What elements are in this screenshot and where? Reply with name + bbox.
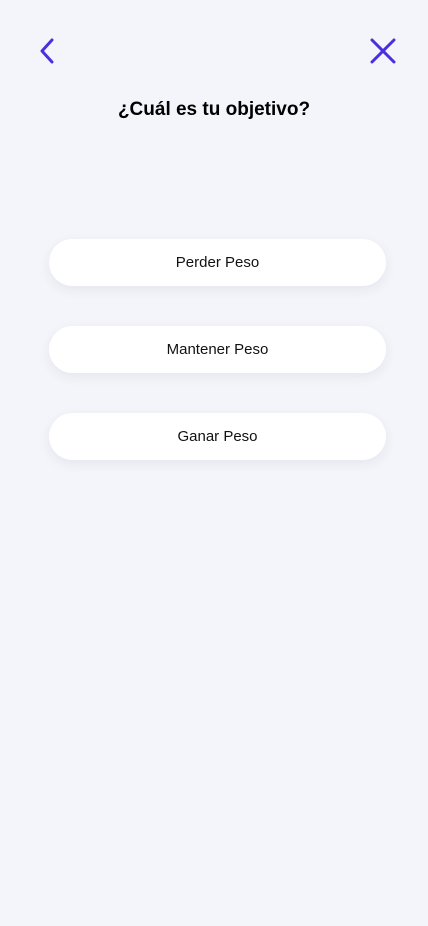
page-title: ¿Cuál es tu objetivo? [117,99,311,120]
close-button[interactable] [368,36,398,66]
option-lose-weight-button[interactable]: Perder Peso [49,239,386,286]
option-gain-weight-button[interactable]: Ganar Peso [49,413,386,460]
chevron-left-icon [39,38,55,64]
goal-options: Perder Peso Mantener Peso Ganar Peso [49,239,386,460]
option-maintain-weight-button[interactable]: Mantener Peso [49,326,386,373]
close-icon [370,38,396,64]
back-button[interactable] [32,36,62,66]
